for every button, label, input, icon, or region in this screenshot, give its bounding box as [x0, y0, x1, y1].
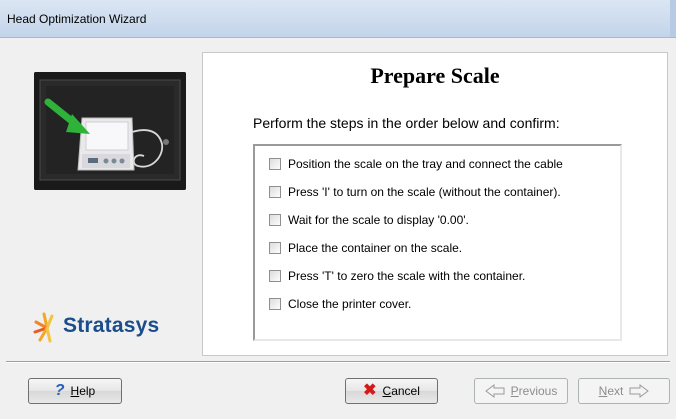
- footer-separator: [6, 361, 670, 363]
- checkbox[interactable]: [269, 186, 281, 198]
- step-checkbox-item[interactable]: Press 'T' to zero the scale with the con…: [269, 268, 525, 284]
- wizard-body: Stratasys Prepare Scale Perform the step…: [6, 38, 670, 358]
- help-icon: ?: [54, 382, 65, 399]
- cancel-button-label: Cancel: [382, 384, 420, 398]
- instructions-text: Perform the steps in the order below and…: [253, 115, 560, 131]
- checkbox[interactable]: [269, 298, 281, 310]
- step-label: Place the container on the scale.: [288, 241, 463, 255]
- printer-scale-photo: [34, 72, 186, 190]
- help-button[interactable]: ? Help: [28, 378, 122, 404]
- step-label: Position the scale on the tray and conne…: [288, 157, 563, 171]
- page-title: Prepare Scale: [370, 63, 500, 88]
- x-icon: ✖: [363, 382, 377, 399]
- printer-scale-illustration: [34, 72, 186, 190]
- previous-button-label: Previous: [510, 384, 558, 398]
- left-panel: Stratasys: [6, 38, 200, 356]
- step-checkbox-item[interactable]: Close the printer cover.: [269, 296, 411, 312]
- title-bar: Head Optimization Wizard: [0, 0, 676, 38]
- cancel-button[interactable]: ✖ Cancel: [345, 378, 438, 404]
- steps-checklist: Position the scale on the tray and conne…: [253, 144, 622, 341]
- checkbox[interactable]: [269, 214, 281, 226]
- help-button-label: Help: [70, 384, 96, 398]
- next-arrow-icon: [629, 384, 650, 398]
- previous-button[interactable]: Previous: [474, 378, 568, 404]
- checkbox[interactable]: [269, 270, 281, 282]
- previous-arrow-icon: [484, 384, 505, 398]
- next-button[interactable]: Next: [578, 378, 670, 404]
- content-panel: Prepare Scale Perform the steps in the o…: [202, 52, 668, 356]
- stratasys-logo: Stratasys: [33, 311, 203, 343]
- step-checkbox-item[interactable]: Wait for the scale to display '0.00'.: [269, 212, 469, 228]
- step-checkbox-item[interactable]: Place the container on the scale.: [269, 240, 462, 256]
- step-checkbox-item[interactable]: Press 'I' to turn on the scale (without …: [269, 184, 561, 200]
- step-checkbox-item[interactable]: Position the scale on the tray and conne…: [269, 156, 563, 172]
- step-label: Press 'I' to turn on the scale (without …: [288, 185, 561, 199]
- step-label: Wait for the scale to display '0.00'.: [288, 213, 469, 227]
- next-button-label: Next: [598, 384, 624, 398]
- step-label: Close the printer cover.: [288, 297, 412, 311]
- title-bar-edge: [670, 0, 676, 37]
- logo-text: Stratasys: [63, 314, 160, 337]
- step-label: Press 'T' to zero the scale with the con…: [288, 269, 526, 283]
- checkbox[interactable]: [269, 242, 281, 254]
- window-title: Head Optimization Wizard: [7, 12, 147, 26]
- checkbox[interactable]: [269, 158, 281, 170]
